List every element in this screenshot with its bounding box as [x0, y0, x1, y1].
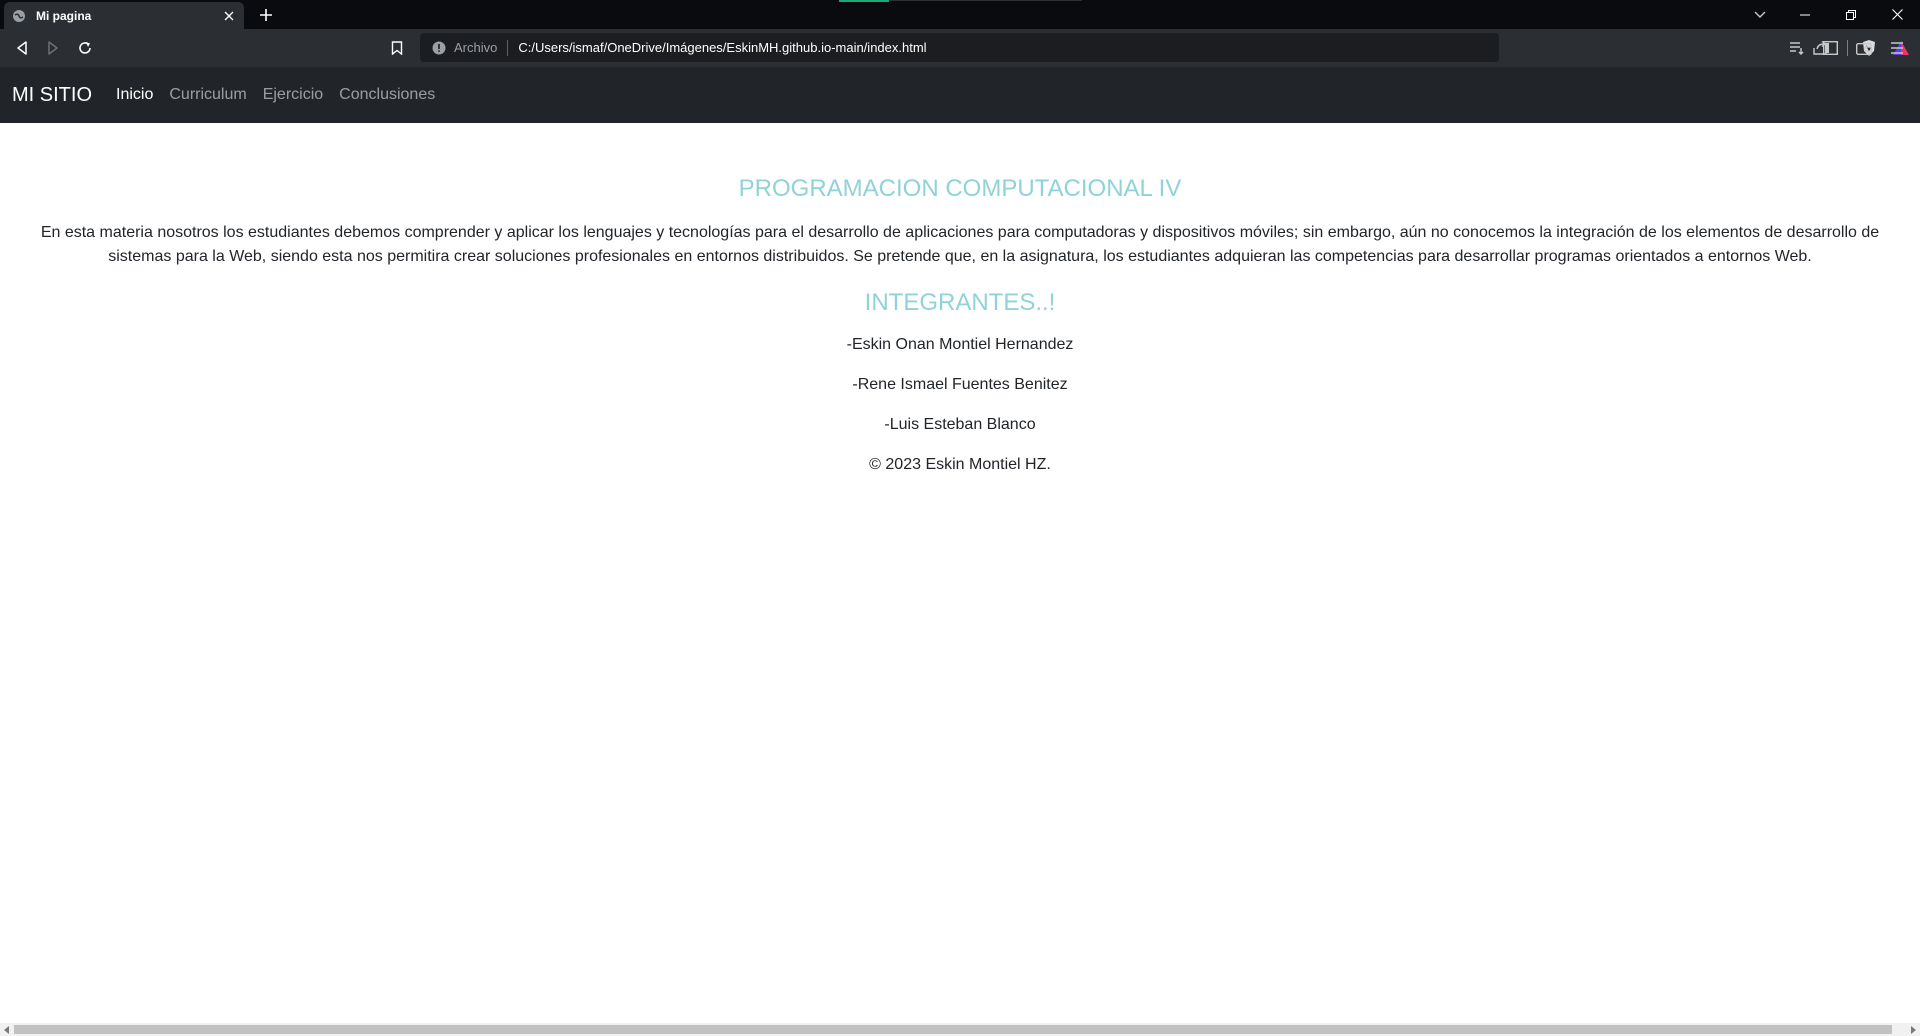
scrollbar-thumb[interactable] — [14, 1025, 1892, 1034]
playlist-icon[interactable] — [1786, 37, 1808, 59]
address-bar[interactable]: Archivo C:/Users/ismaf/OneDrive/Imágenes… — [420, 33, 1909, 62]
window-controls — [1782, 0, 1920, 29]
restore-icon[interactable] — [1828, 0, 1874, 29]
member-item: -Eskin Onan Montiel Hernandez — [846, 336, 1074, 353]
browser-tab[interactable]: Mi pagina — [4, 2, 244, 29]
site-brand[interactable]: MI SITIO — [12, 84, 92, 107]
back-icon[interactable] — [9, 35, 35, 61]
sidebar-icon[interactable] — [1819, 37, 1841, 59]
nav-link-curriculum[interactable]: Curriculum — [169, 86, 246, 104]
tab-bar: Mi pagina — [0, 0, 1920, 29]
tab-title: Mi pagina — [36, 8, 92, 23]
main-content: PROGRAMACION COMPUTACIONAL IV En esta ma… — [0, 123, 1920, 477]
close-icon[interactable] — [1874, 0, 1920, 29]
chevron-down-icon[interactable] — [1748, 3, 1772, 27]
nav-link-conclusiones[interactable]: Conclusiones — [339, 86, 435, 104]
bookmark-icon[interactable] — [384, 35, 410, 61]
tab-strip-line — [889, 0, 1082, 1]
scroll-left-icon[interactable] — [0, 1023, 14, 1036]
wallet-icon[interactable] — [1853, 37, 1875, 59]
url-scheme: Archivo — [454, 40, 498, 55]
scroll-right-icon[interactable] — [1906, 1023, 1920, 1036]
site-navbar: MI SITIO Inicio Curriculum Ejercicio Con… — [0, 67, 1920, 123]
page-title: PROGRAMACION COMPUTACIONAL IV — [738, 175, 1182, 202]
loading-indicator — [839, 0, 889, 2]
plus-icon[interactable] — [255, 4, 277, 26]
menu-icon[interactable] — [1886, 37, 1908, 59]
url-text[interactable]: C:/Users/ismaf/OneDrive/Imágenes/EskinMH… — [518, 40, 926, 55]
info-icon[interactable] — [432, 41, 446, 55]
member-item: -Rene Ismael Fuentes Benitez — [852, 376, 1068, 393]
url-separator — [507, 39, 509, 56]
members-heading: INTEGRANTES..! — [864, 289, 1056, 316]
globe-icon — [12, 9, 26, 23]
nav-link-ejercicio[interactable]: Ejercicio — [263, 86, 323, 104]
forward-icon[interactable] — [40, 35, 66, 61]
nav-link-inicio[interactable]: Inicio — [116, 86, 153, 104]
member-item: -Luis Esteban Blanco — [884, 416, 1036, 433]
url-divider — [1847, 40, 1848, 56]
browser-toolbar: Archivo C:/Users/ismaf/OneDrive/Imágenes… — [0, 29, 1920, 67]
copyright-footer: © 2023 Eskin Montiel HZ. — [869, 456, 1051, 473]
reload-icon[interactable] — [72, 35, 98, 61]
minimize-icon[interactable] — [1782, 0, 1828, 29]
close-icon[interactable] — [218, 5, 240, 27]
horizontal-scrollbar[interactable] — [0, 1023, 1920, 1036]
course-description: En esta materia nosotros los estudiantes… — [40, 224, 1880, 265]
